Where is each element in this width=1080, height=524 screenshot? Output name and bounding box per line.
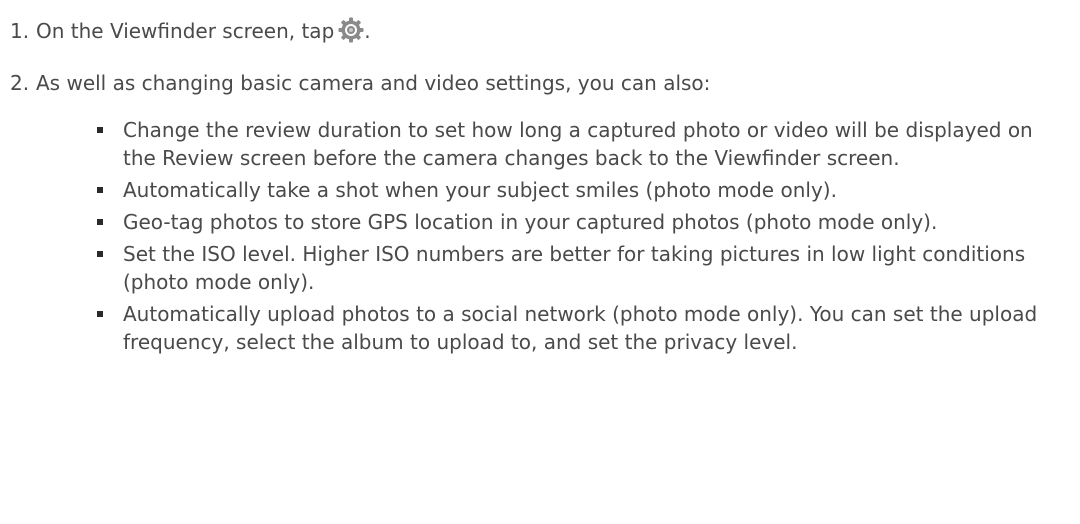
bullet-marker <box>97 187 103 193</box>
bullet-list: Change the review duration to set how lo… <box>0 116 1080 360</box>
list-item: Automatically upload photos to a social … <box>0 300 1080 356</box>
list-item-text: Geo-tag photos to store GPS location in … <box>123 210 938 234</box>
bullet-marker <box>97 251 103 257</box>
step-number: 1. <box>10 19 30 43</box>
step-text: On the Viewfinder screen, tap . <box>36 17 371 45</box>
list-item-text: Set the ISO level. Higher ISO numbers ar… <box>123 242 1026 294</box>
step-text: As well as changing basic camera and vid… <box>36 71 711 95</box>
list-item-text: Automatically take a shot when your subj… <box>123 178 837 202</box>
list-item-text: Automatically upload photos to a social … <box>123 302 1038 354</box>
list-item: Change the review duration to set how lo… <box>0 116 1080 172</box>
step-text-after-icon: . <box>364 19 371 43</box>
step-text-before-icon: On the Viewfinder screen, tap <box>36 19 335 43</box>
list-item: Set the ISO level. Higher ISO numbers ar… <box>0 240 1080 296</box>
bullet-marker <box>97 127 103 133</box>
bullet-marker <box>97 311 103 317</box>
list-item: Geo-tag photos to store GPS location in … <box>0 208 1080 236</box>
step-number: 2. <box>10 71 30 95</box>
list-item: Automatically take a shot when your subj… <box>0 176 1080 204</box>
gear-icon <box>338 17 364 43</box>
document-page: 1. On the Viewfinder screen, tap . 2. As… <box>0 0 1080 524</box>
list-item-text: Change the review duration to set how lo… <box>123 118 1033 170</box>
bullet-marker <box>97 219 103 225</box>
